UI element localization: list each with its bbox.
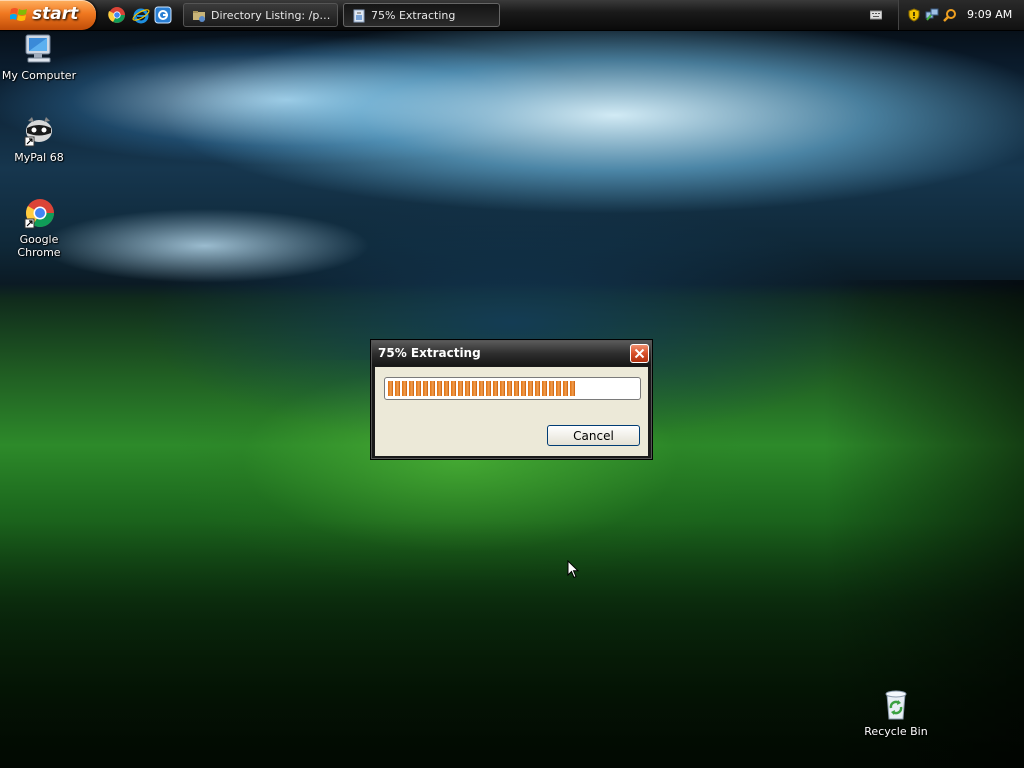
close-icon (634, 348, 645, 359)
desktop-icon-my-computer[interactable]: My Computer (0, 32, 79, 82)
dialog-body: Cancel (375, 367, 648, 456)
cancel-button[interactable]: Cancel (547, 425, 640, 446)
desktop-icon-label: Recycle Bin (864, 725, 928, 738)
progress-bar (384, 377, 641, 400)
taskbar: start Directory Listing: /pu... 75% Extr… (0, 0, 1024, 31)
internet-explorer-icon[interactable] (132, 6, 150, 24)
dialog-close-button[interactable] (630, 344, 649, 363)
windows-logo-icon (10, 8, 27, 21)
progress-bar-fill (388, 381, 575, 396)
chrome-icon[interactable] (108, 6, 126, 24)
desktop-icon-mypal[interactable]: MyPal 68 (0, 114, 79, 164)
search-icon[interactable] (943, 8, 957, 22)
clock[interactable]: 9:09 AM (967, 8, 1012, 21)
taskbar-task-directory-listing[interactable]: Directory Listing: /pu... (183, 3, 338, 27)
taskbar-task-extracting[interactable]: 75% Extracting (343, 3, 500, 27)
start-label: start (32, 4, 79, 24)
mouse-cursor-icon (567, 560, 579, 579)
desktop-icon-label: Google Chrome (17, 233, 61, 259)
dialog-titlebar[interactable]: 75% Extracting (372, 341, 651, 366)
keyboard-icon[interactable] (870, 9, 882, 21)
my-computer-icon (25, 34, 51, 63)
extract-icon (353, 9, 365, 23)
start-button[interactable]: start (0, 0, 96, 30)
extracting-dialog: 75% Extracting Cancel (370, 339, 653, 460)
system-tray: 9:09 AM (898, 0, 1024, 30)
desktop-icon-recycle-bin[interactable]: Recycle Bin (856, 688, 936, 738)
recycle-bin-icon (885, 690, 907, 720)
show-desktop-icon[interactable] (154, 6, 172, 24)
mypal-icon (24, 117, 52, 147)
security-shield-icon[interactable] (907, 8, 921, 22)
desktop-icon-label: My Computer (1, 69, 77, 82)
task-label: 75% Extracting (371, 9, 456, 22)
network-icon[interactable] (925, 8, 939, 22)
chrome-icon (24, 199, 54, 229)
dialog-title: 75% Extracting (378, 346, 481, 360)
desktop-icon-google-chrome[interactable]: Google Chrome (0, 196, 79, 259)
desktop-icon-label: MyPal 68 (14, 151, 64, 164)
folder-network-icon (193, 11, 205, 22)
task-label: Directory Listing: /pu... (211, 9, 331, 22)
